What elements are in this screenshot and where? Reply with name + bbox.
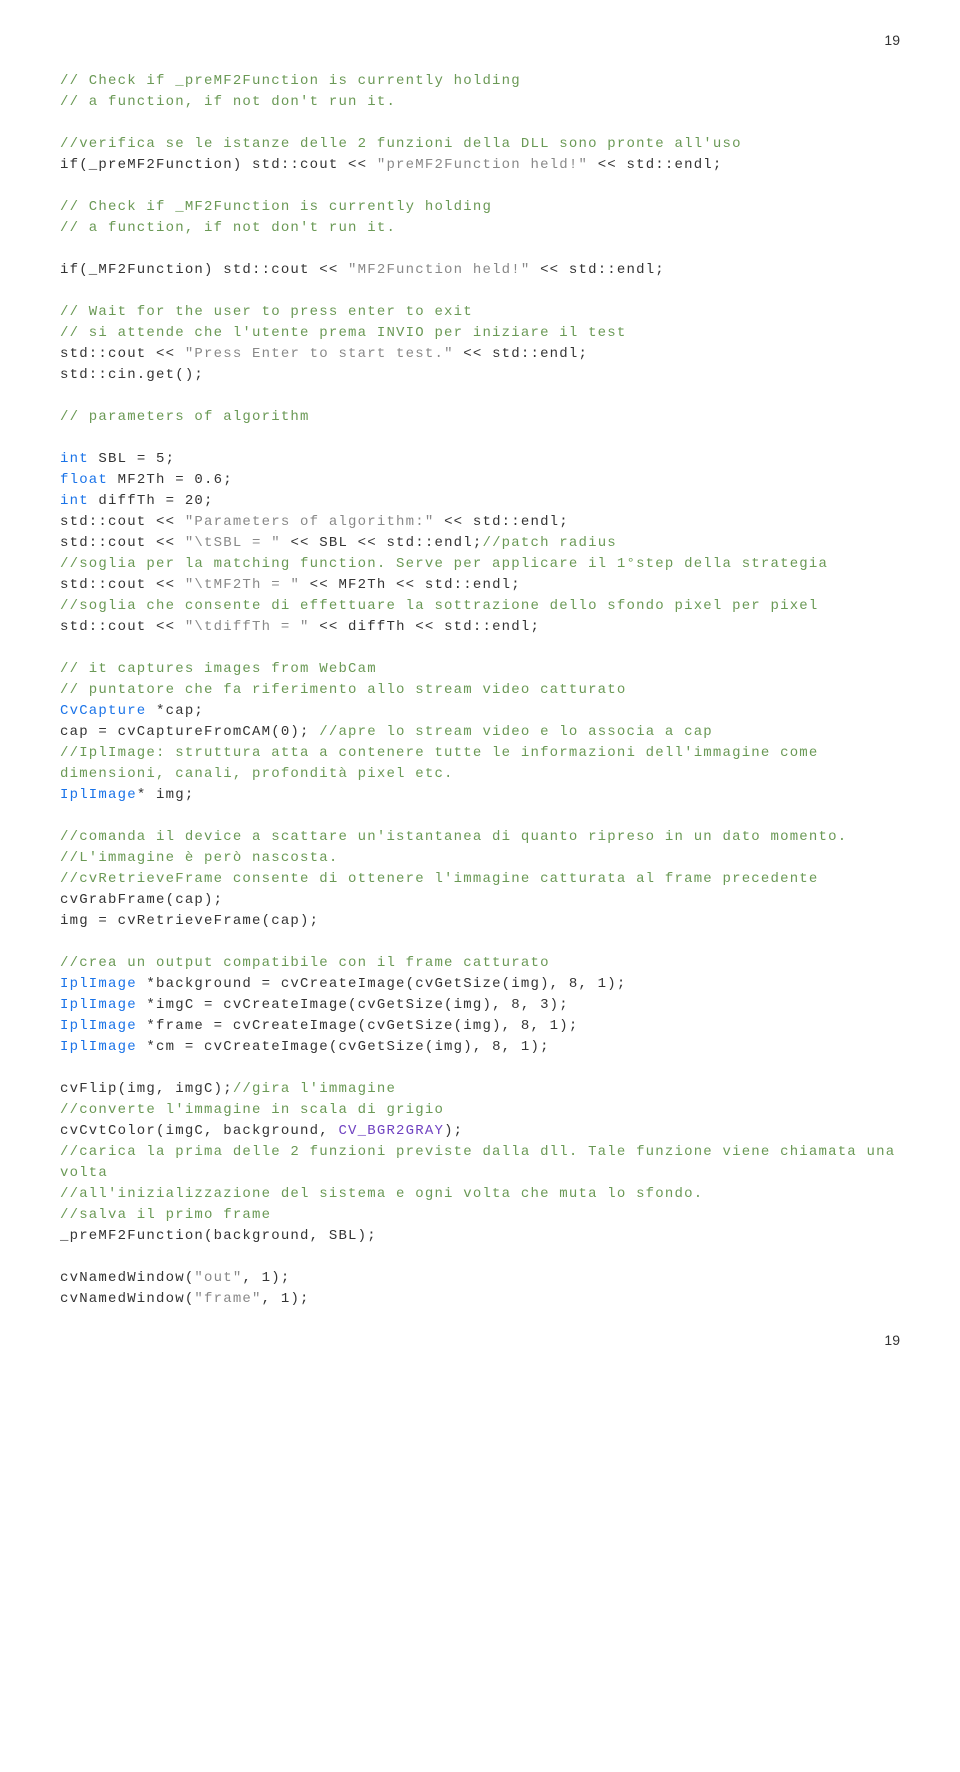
type-name: IplImage: [60, 997, 137, 1013]
comment-line: // parameters of algorithm: [60, 409, 310, 425]
code-text: );: [444, 1123, 463, 1139]
comment-line: //verifica se le istanze delle 2 funzion…: [60, 136, 742, 152]
code-text: << std::endl;: [454, 346, 588, 362]
comment-line: //comanda il device a scattare un'istant…: [60, 829, 847, 845]
type-name: IplImage: [60, 1018, 137, 1034]
code-text: *cap;: [146, 703, 204, 719]
code-text: << diffTh << std::endl;: [310, 619, 540, 635]
code-text: , 1);: [242, 1270, 290, 1286]
code-text: diffTh = 20;: [89, 493, 214, 509]
code-text: *background = cvCreateImage(cvGetSize(im…: [137, 976, 627, 992]
constant: CV_BGR2GRAY: [338, 1123, 444, 1139]
comment-line: // puntatore che fa riferimento allo str…: [60, 682, 626, 698]
code-text: cvFlip(img, imgC);: [60, 1081, 233, 1097]
comment-line: // it captures images from WebCam: [60, 661, 377, 677]
code-text: << std::endl;: [530, 262, 664, 278]
code-text: << SBL << std::endl;: [281, 535, 483, 551]
keyword: int: [60, 493, 89, 509]
comment-line: // a function, if not don't run it.: [60, 94, 396, 110]
comment-inline: //patch radius: [482, 535, 616, 551]
comment-line: //soglia che consente di effettuare la s…: [60, 598, 819, 614]
code-text: *imgC = cvCreateImage(cvGetSize(img), 8,…: [137, 997, 569, 1013]
comment-inline: //apre lo stream video e lo associa a ca…: [319, 724, 713, 740]
comment-line: //IplImage: struttura atta a contenere t…: [60, 745, 828, 782]
code-text: MF2Th = 0.6;: [108, 472, 233, 488]
code-text: << std::endl;: [588, 157, 722, 173]
code-text: , 1);: [262, 1291, 310, 1307]
code-text: *frame = cvCreateImage(cvGetSize(img), 8…: [137, 1018, 579, 1034]
comment-line: // a function, if not don't run it.: [60, 220, 396, 236]
code-text: cap = cvCaptureFromCAM(0);: [60, 724, 319, 740]
code-text: img = cvRetrieveFrame(cap);: [60, 913, 319, 929]
comment-line: //crea un output compatibile con il fram…: [60, 955, 550, 971]
string-literal: "\tSBL = ": [185, 535, 281, 551]
comment-line: //L'immagine è però nascosta.: [60, 850, 338, 866]
type-name: IplImage: [60, 1039, 137, 1055]
string-literal: "Press Enter to start test.": [185, 346, 454, 362]
comment-line: //salva il primo frame: [60, 1207, 271, 1223]
page-container: 19 // Check if _preMF2Function is curren…: [0, 0, 960, 1381]
keyword: int: [60, 451, 89, 467]
code-text: << std::endl;: [434, 514, 568, 530]
page-number-bottom: 19: [60, 1330, 900, 1351]
code-text: if(_preMF2Function) std::cout <<: [60, 157, 377, 173]
string-literal: "MF2Function held!": [348, 262, 530, 278]
code-text: std::cout <<: [60, 577, 185, 593]
comment-line: // si attende che l'utente prema INVIO p…: [60, 325, 626, 341]
code-text: std::cout <<: [60, 514, 185, 530]
code-text: cvGrabFrame(cap);: [60, 892, 223, 908]
code-text: std::cout <<: [60, 535, 185, 551]
code-text: * img;: [137, 787, 195, 803]
comment-line: // Check if _preMF2Function is currently…: [60, 73, 521, 89]
comment-line: //all'inizializzazione del sistema e ogn…: [60, 1186, 703, 1202]
type-name: IplImage: [60, 976, 137, 992]
code-text: std::cout <<: [60, 346, 185, 362]
comment-line: //carica la prima delle 2 funzioni previ…: [60, 1144, 905, 1181]
string-literal: "Parameters of algorithm:": [185, 514, 435, 530]
string-literal: "out": [194, 1270, 242, 1286]
code-text: *cm = cvCreateImage(cvGetSize(img), 8, 1…: [137, 1039, 550, 1055]
code-text: _preMF2Function(background, SBL);: [60, 1228, 377, 1244]
page-number-top: 19: [60, 30, 900, 51]
keyword: float: [60, 472, 108, 488]
string-literal: "preMF2Function held!": [377, 157, 588, 173]
comment-line: // Wait for the user to press enter to e…: [60, 304, 473, 320]
comment-line: //converte l'immagine in scala di grigio: [60, 1102, 444, 1118]
string-literal: "\tMF2Th = ": [185, 577, 300, 593]
code-text: std::cin.get();: [60, 367, 204, 383]
comment-line: // Check if _MF2Function is currently ho…: [60, 199, 492, 215]
code-text: cvNamedWindow(: [60, 1270, 194, 1286]
code-text: << MF2Th << std::endl;: [300, 577, 521, 593]
code-text: std::cout <<: [60, 619, 185, 635]
type-name: CvCapture: [60, 703, 146, 719]
code-text: cvCvtColor(imgC, background,: [60, 1123, 338, 1139]
comment-line: //cvRetrieveFrame consente di ottenere l…: [60, 871, 819, 887]
comment-inline: //gira l'immagine: [233, 1081, 396, 1097]
code-text: SBL = 5;: [89, 451, 175, 467]
string-literal: "\tdiffTh = ": [185, 619, 310, 635]
comment-line: //soglia per la matching function. Serve…: [60, 556, 828, 572]
type-name: IplImage: [60, 787, 137, 803]
code-text: if(_MF2Function) std::cout <<: [60, 262, 348, 278]
code-block: // Check if _preMF2Function is currently…: [60, 71, 900, 1310]
code-text: cvNamedWindow(: [60, 1291, 194, 1307]
string-literal: "frame": [194, 1291, 261, 1307]
